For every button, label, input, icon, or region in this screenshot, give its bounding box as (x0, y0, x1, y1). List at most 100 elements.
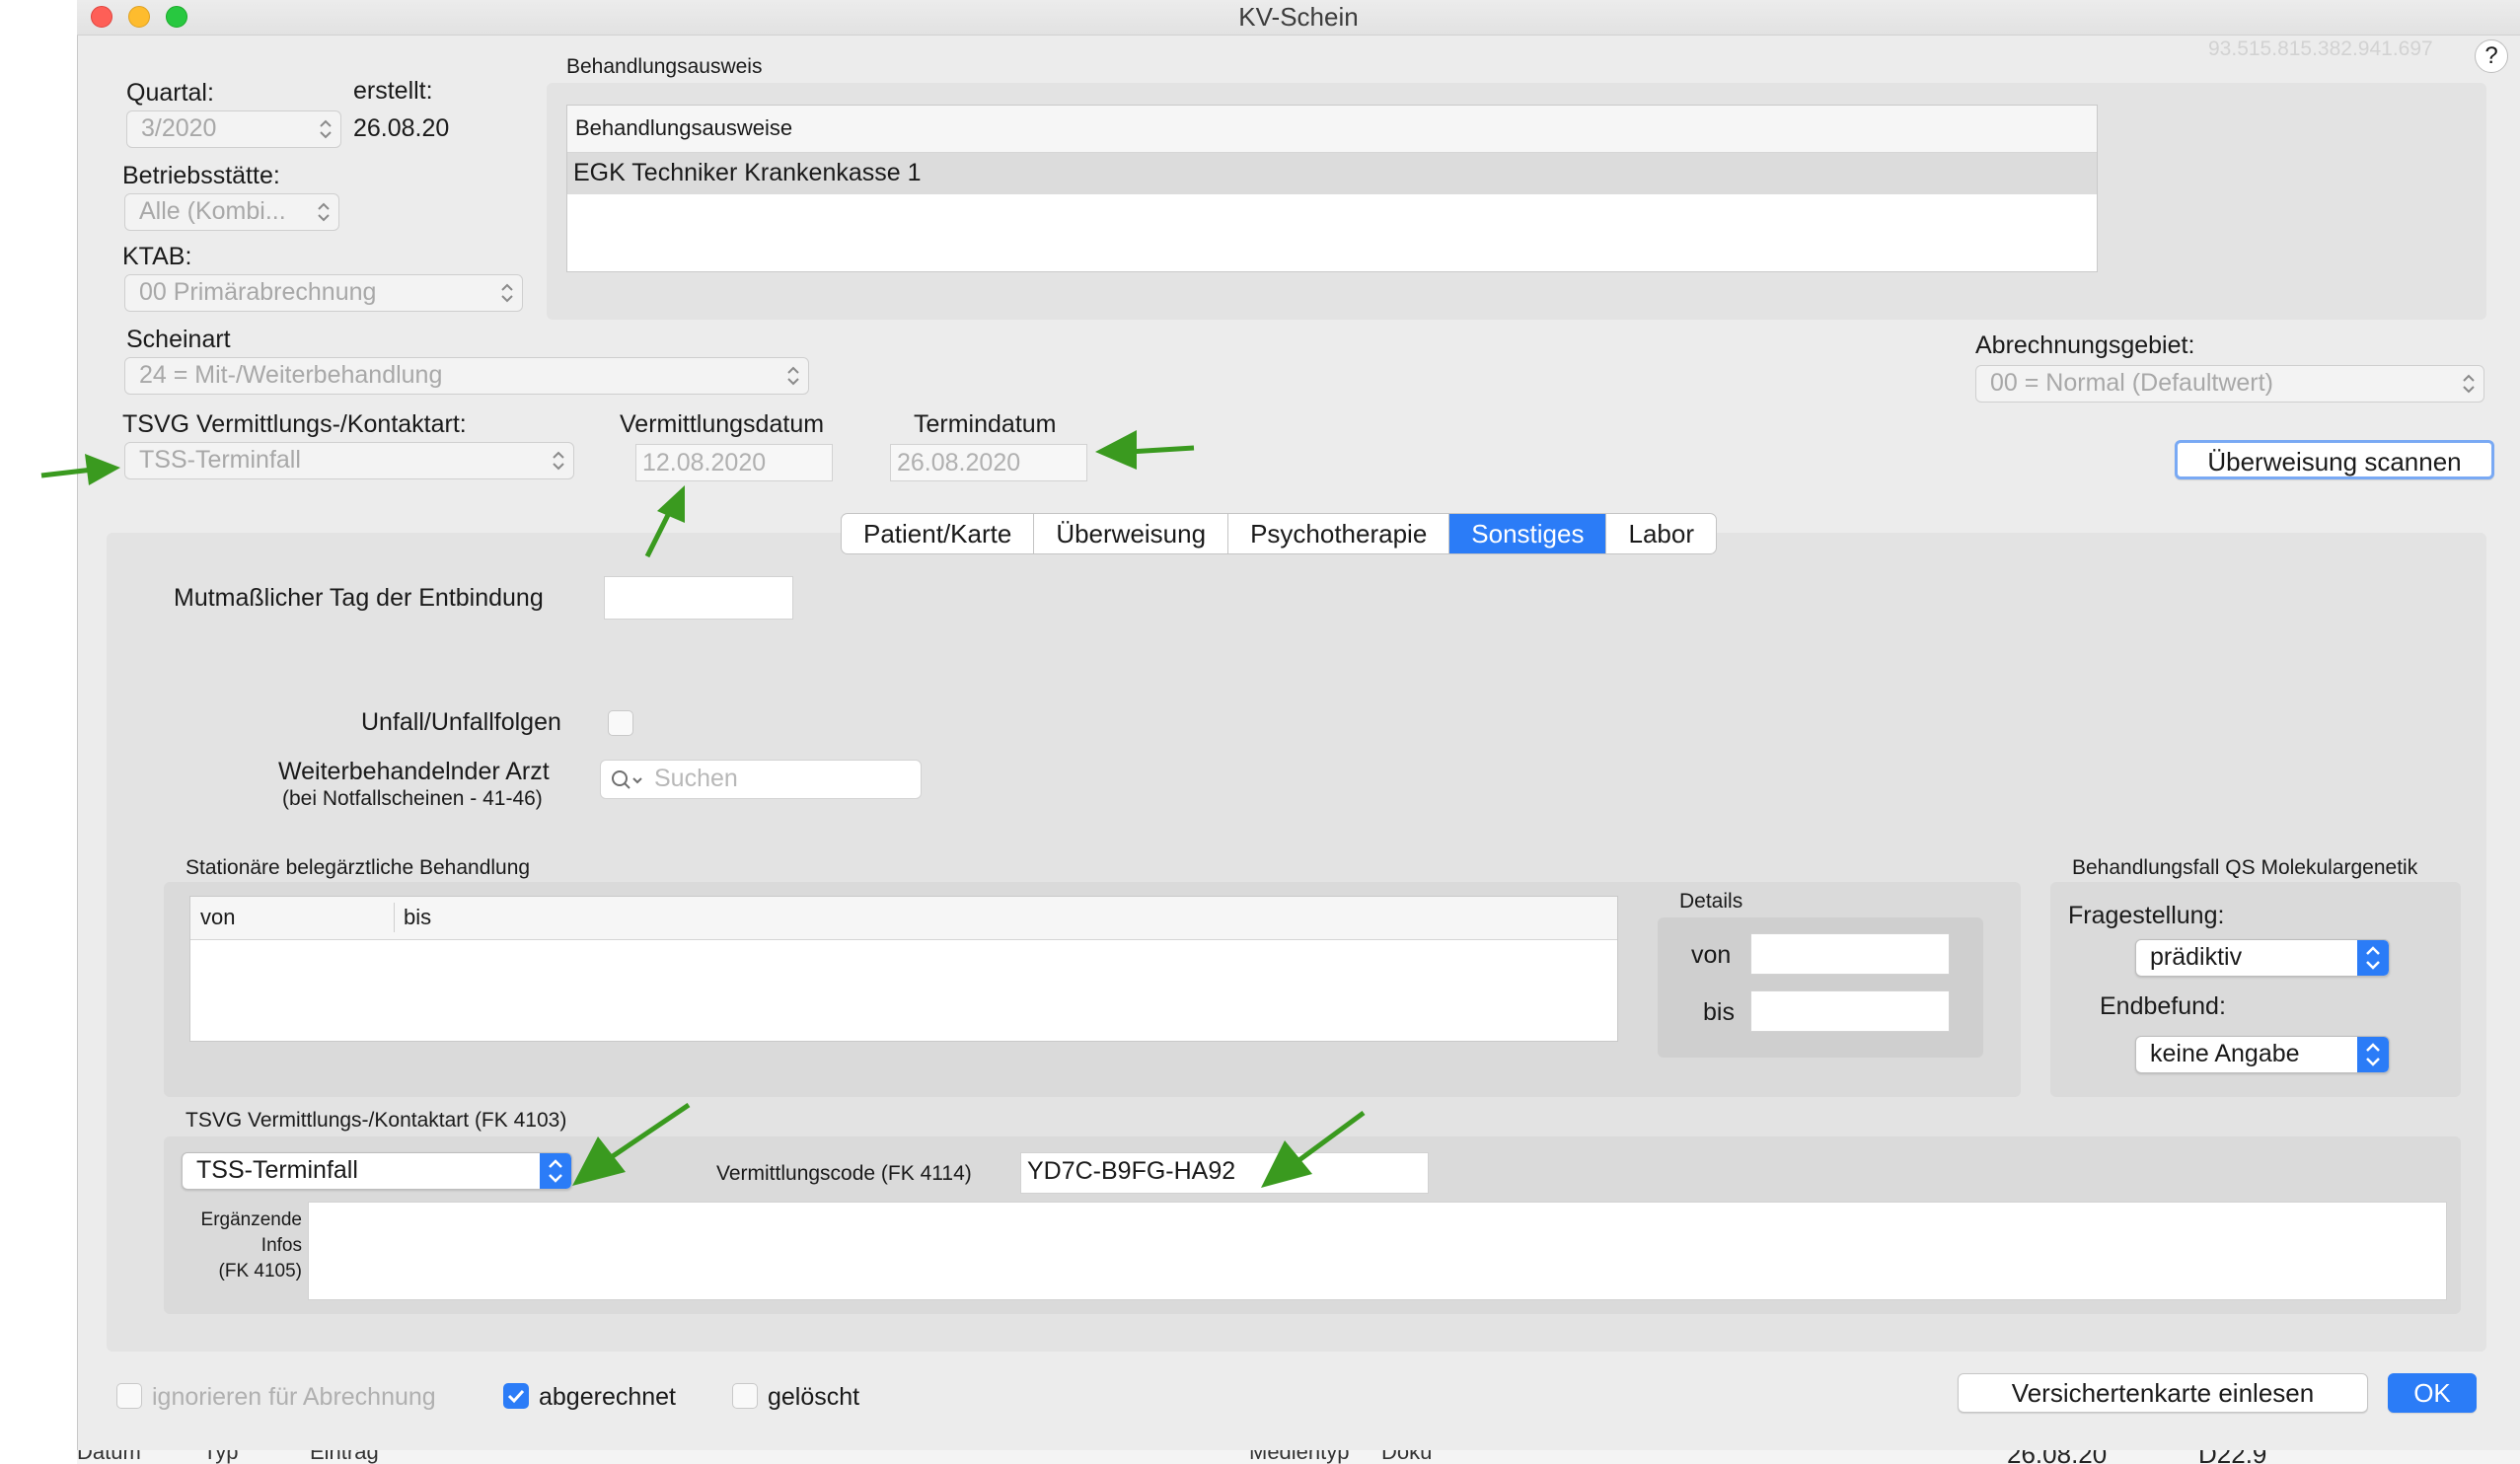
weiterbehandelnder-sublabel: (bei Notfallscheinen - 41-46) (282, 787, 543, 810)
betriebsstaette-value: Alle (Kombi... (139, 197, 286, 225)
stationaer-header: von bis (190, 897, 1617, 940)
ergaenzende-label-line2: Infos (260, 1235, 302, 1256)
ok-label: OK (2413, 1378, 2451, 1408)
annotation-arrow-icon (644, 485, 685, 558)
vermittlungscode-label: Vermittlungscode (FK 4114) (716, 1162, 972, 1185)
tsvg-kontaktart-value: TSS-Terminfall (196, 1156, 358, 1184)
termindatum-value: 26.08.2020 (897, 449, 1021, 476)
tsvg-kontaktart-select[interactable]: TSS-Terminfall (182, 1152, 572, 1190)
tsvg-value: TSS-Terminfall (139, 446, 301, 474)
scheinart-select[interactable]: 24 = Mit-/Weiterbehandlung (124, 357, 809, 395)
fragestellung-select[interactable]: prädiktiv (2135, 939, 2390, 977)
annotation-arrow-icon (572, 1103, 691, 1186)
details-von-label: von (1691, 941, 1732, 969)
endbefund-label: Endbefund: (2100, 992, 2226, 1020)
chevron-updown-icon (318, 202, 330, 222)
tsvg-label: TSVG Vermittlungs-/Kontaktart: (122, 410, 467, 438)
unfall-checkbox[interactable] (608, 710, 633, 736)
betriebsstaette-select[interactable]: Alle (Kombi... (124, 193, 339, 231)
tab-bar: Patient/Karte Überweisung Psychotherapie… (841, 513, 1717, 554)
ktab-label: KTAB: (122, 243, 192, 270)
checkmark-icon (507, 1389, 525, 1404)
column-divider (394, 903, 395, 932)
search-icon (612, 770, 642, 789)
annotation-arrow-icon (1261, 1111, 1366, 1188)
behandlungsausweis-column-header: Behandlungsausweise (575, 115, 793, 140)
abrechnungsgebiet-label: Abrechnungsgebiet: (1975, 331, 2195, 359)
details-bis-label: bis (1703, 998, 1735, 1026)
vermittlungsdatum-label: Vermittlungsdatum (620, 410, 825, 438)
unfall-label: Unfall/Unfallfolgen (361, 708, 561, 736)
details-label: Details (1679, 890, 1743, 913)
behandlungsausweis-table: Behandlungsausweise EGK Techniker Kranke… (566, 105, 2098, 272)
erstellt-value: 26.08.20 (353, 114, 450, 142)
entbindung-label: Mutmaßlicher Tag der Entbindung (174, 584, 544, 612)
tab-psychotherapie[interactable]: Psychotherapie (1228, 514, 1450, 553)
help-label: ? (2484, 42, 2498, 69)
endbefund-select[interactable]: keine Angabe (2135, 1036, 2390, 1073)
entbindung-field[interactable] (604, 576, 793, 620)
ergaenzende-label-line1: Ergänzende (200, 1209, 302, 1230)
ueberweisung-scannen-button[interactable]: Überweisung scannen (2175, 440, 2494, 479)
details-bis-field[interactable] (1750, 990, 1950, 1032)
chevron-updown-icon (553, 451, 564, 471)
search-placeholder: Suchen (654, 765, 738, 792)
weiterbehandelnder-label: Weiterbehandelnder Arzt (278, 758, 550, 785)
chevron-updown-icon (320, 119, 332, 139)
endbefund-value: keine Angabe (2150, 1040, 2300, 1067)
chevron-updown-icon (2463, 374, 2475, 394)
ktab-select[interactable]: 00 Primärabrechnung (124, 274, 523, 312)
abrechnungsgebiet-select[interactable]: 00 = Normal (Defaultwert) (1975, 365, 2484, 403)
abgerechnet-label: abgerechnet (539, 1383, 677, 1411)
tab-sonstiges[interactable]: Sonstiges (1449, 514, 1607, 553)
help-button[interactable]: ? (2475, 39, 2508, 73)
ok-button[interactable]: OK (2388, 1373, 2477, 1413)
betriebsstaette-label: Betriebsstätte: (122, 162, 280, 189)
vermittlungsdatum-field[interactable]: 12.08.2020 (635, 444, 833, 481)
tab-patient-karte[interactable]: Patient/Karte (842, 514, 1035, 553)
behandlungsausweis-header: Behandlungsausweise (567, 106, 2097, 153)
record-id: 93.515.815.382.941.697 (2208, 37, 2433, 60)
ignorieren-checkbox[interactable] (116, 1383, 142, 1409)
title-bar: KV-Schein (77, 0, 2520, 36)
quartal-label: Quartal: (126, 79, 214, 107)
annotation-arrow-icon (1095, 430, 1195, 470)
weiterbehandelnder-search[interactable]: Suchen (600, 760, 922, 799)
window-title: KV-Schein (1238, 2, 1359, 32)
vermittlungscode-value: YD7C-B9FG-HA92 (1027, 1157, 1236, 1185)
table-row[interactable]: EGK Techniker Krankenkasse 1 (567, 153, 2097, 194)
ergaenzende-label: Ergänzende Infos (FK 4105) (174, 1208, 302, 1284)
behandlungsausweis-row-label: EGK Techniker Krankenkasse 1 (573, 159, 922, 186)
tab-labor[interactable]: Labor (1606, 514, 1716, 553)
stationaer-table: von bis (189, 896, 1618, 1042)
abgerechnet-checkbox[interactable] (503, 1383, 529, 1409)
quartal-select[interactable]: 3/2020 (126, 110, 341, 148)
fragestellung-value: prädiktiv (2150, 943, 2243, 971)
tsvg-group-label: TSVG Vermittlungs-/Kontaktart (FK 4103) (185, 1109, 567, 1132)
qs-label: Behandlungsfall QS Molekulargenetik (2072, 856, 2418, 879)
details-von-field[interactable] (1750, 933, 1950, 975)
termindatum-field[interactable]: 26.08.2020 (890, 444, 1087, 481)
annotation-arrow-icon (40, 454, 120, 485)
geloescht-label: gelöscht (768, 1383, 860, 1411)
behandlungsausweis-group-label: Behandlungsausweis (566, 55, 763, 78)
ueberweisung-scannen-label: Überweisung scannen (2207, 447, 2462, 476)
stationaer-label: Stationäre belegärztliche Behandlung (185, 856, 531, 879)
vermittlungsdatum-value: 12.08.2020 (642, 449, 767, 476)
vermittlungscode-field[interactable]: YD7C-B9FG-HA92 (1020, 1152, 1429, 1194)
stationaer-col-von: von (200, 905, 236, 929)
chevron-updown-icon (501, 283, 513, 303)
tsvg-select[interactable]: TSS-Terminfall (124, 442, 574, 479)
tab-ueberweisung[interactable]: Überweisung (1034, 514, 1229, 553)
versichertenkarte-label: Versichertenkarte einlesen (2011, 1378, 2315, 1408)
fragestellung-label: Fragestellung: (2068, 902, 2225, 929)
chevron-updown-icon (2357, 940, 2389, 976)
ergaenzende-textarea[interactable] (308, 1202, 2447, 1300)
geloescht-checkbox[interactable] (732, 1383, 758, 1409)
quartal-value: 3/2020 (141, 114, 217, 142)
versichertenkarte-button[interactable]: Versichertenkarte einlesen (1958, 1373, 2368, 1413)
chevron-updown-icon (2357, 1037, 2389, 1072)
scheinart-value: 24 = Mit-/Weiterbehandlung (139, 361, 443, 389)
stationaer-col-bis: bis (404, 905, 432, 929)
ergaenzende-label-line3: (FK 4105) (218, 1261, 302, 1281)
